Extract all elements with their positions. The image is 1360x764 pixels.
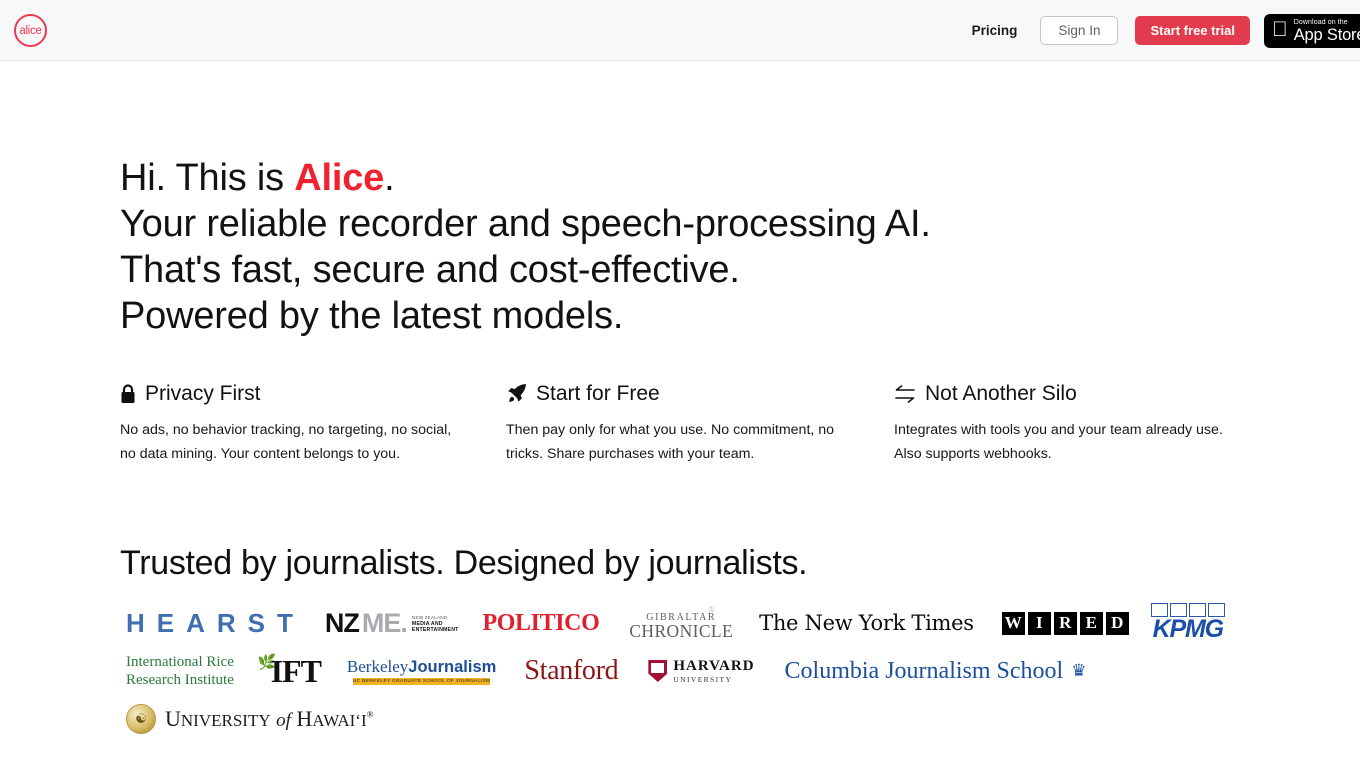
hero-headline-suffix: . — [384, 157, 395, 199]
logo-label: alice — [19, 24, 42, 37]
feature-header: Privacy First — [120, 381, 506, 407]
wired-letter: E — [1079, 611, 1103, 635]
university-of-hawaii-logo: ☯ UNIVERSITY of HAWAIʻI® — [126, 704, 373, 734]
politico-logo: POLITICO — [482, 609, 600, 636]
berkeley-journalism-tagline: UC BERKELEY GRADUATE SCHOOL OF JOURNALIS… — [352, 678, 491, 685]
hero-headline-2: Your reliable recorder and speech-proces… — [120, 203, 931, 245]
feature-title: Privacy First — [145, 382, 261, 405]
hero-headline-4: Powered by the latest models. — [120, 295, 624, 337]
feature-title: Start for Free — [536, 382, 660, 405]
start-free-trial-button[interactable]: Start free trial — [1135, 16, 1250, 45]
feature-header: Not Another Silo — [894, 381, 1280, 407]
harvard-wordmark: HARVARD UNIVERSITY — [673, 657, 755, 684]
harvard-university-logo: HARVARD UNIVERSITY — [648, 657, 755, 684]
crown-icon: ♛ — [1071, 661, 1087, 680]
feature-description: No ads, no behavior tracking, no targeti… — [120, 422, 452, 462]
international-rice-research-institute-logo: International Rice Research Institute — [126, 654, 234, 688]
columbia-journalism-school-logo: Columbia Journalism School ♛ — [784, 657, 1087, 684]
new-york-times-logo: The New York Times — [759, 611, 974, 635]
hero-headline-3: That's fast, secure and cost-effective. — [120, 249, 740, 291]
feature-not-another-silo: Not Another Silo Integrates with tools y… — [894, 381, 1280, 466]
wired-letter: D — [1105, 611, 1129, 635]
logo-row: HEARST NZ ME. NEW ZEALAND MEDIA AND ENTER… — [126, 599, 1360, 647]
sign-in-button[interactable]: Sign In — [1040, 16, 1119, 45]
feature-description: Then pay only for what you use. No commi… — [506, 422, 835, 462]
app-store-text: Download on the App Store — [1294, 18, 1360, 44]
berkeley-journalism-wordmark: BerkeleyJournalism — [346, 657, 497, 676]
gibraltar-chronicle-logo: ♔ GIBRALTAR CHRONICLE — [629, 605, 734, 642]
harvard-shield-icon — [648, 660, 668, 682]
apple-logo-icon:  — [1272, 19, 1288, 40]
app-store-badge[interactable]:  Download on the App Store — [1264, 13, 1360, 48]
wired-letter: I — [1027, 611, 1051, 635]
hero-headline-4-wrap: Powered by the latest models. — [120, 293, 1360, 339]
trusted-by-title: Trusted by journalists. Designed by jour… — [120, 544, 808, 582]
kpmg-logo: KPMG — [1150, 602, 1225, 644]
feature-start-for-free: Start for Free Then pay only for what yo… — [506, 381, 894, 466]
feature-title: Not Another Silo — [925, 382, 1077, 405]
feature-privacy-first: Privacy First No ads, no behavior tracki… — [120, 381, 506, 466]
stanford-logo: Stanford — [524, 655, 619, 686]
hero-section: Hi. This is Alice. Your reliable recorde… — [0, 61, 1360, 339]
nav-pricing-link[interactable]: Pricing — [972, 23, 1018, 38]
wired-letter: W — [1001, 611, 1025, 635]
feature-header: Start for Free — [506, 381, 894, 407]
logo-row: ☯ UNIVERSITY of HAWAIʻI® — [126, 695, 1360, 743]
bidirectional-arrows-icon — [894, 385, 916, 403]
trusted-logo-grid: HEARST NZ ME. NEW ZEALAND MEDIA AND ENTER… — [0, 583, 1360, 743]
header-nav: Pricing Sign In Start free trial  Downl… — [972, 0, 1360, 61]
wired-logo: W I R E D — [1001, 611, 1129, 635]
features-section: Privacy First No ads, no behavior tracki… — [0, 339, 1360, 466]
ift-logo: 🌿 IFT — [257, 652, 322, 689]
rocket-icon — [506, 384, 527, 404]
logo-link[interactable]: alice — [14, 14, 47, 47]
logo-row: International Rice Research Institute 🌿 … — [126, 647, 1360, 695]
hero-headline-1: Hi. This is Alice. — [120, 155, 1360, 201]
registered-mark: ® — [366, 709, 374, 720]
berkeley-journalism-logo: BerkeleyJournalism UC BERKELEY GRADUATE … — [347, 657, 496, 685]
hawaii-seal-icon: ☯ — [126, 704, 156, 734]
hero-headline-prefix: Hi. This is — [120, 157, 295, 199]
crown-icon: ♔ — [707, 605, 715, 615]
nzme-tagline: NEW ZEALAND MEDIA AND ENTERTAINMENT — [411, 615, 459, 633]
feature-description: Integrates with tools you and your team … — [894, 422, 1223, 462]
hearst-logo: HEARST — [126, 607, 305, 638]
site-header: alice Pricing Sign In Start free trial … — [0, 0, 1360, 61]
lock-icon — [120, 384, 136, 404]
alice-circle-logo[interactable]: alice — [14, 14, 47, 47]
nzme-logo: NZ ME. NEW ZEALAND MEDIA AND ENTERTAINMEN… — [324, 607, 459, 638]
app-store-title: App Store — [1278, 25, 1360, 44]
hawaii-wordmark: UNIVERSITY of HAWAIʻI® — [165, 706, 374, 731]
hero-brand-name: Alice — [294, 157, 385, 199]
wired-letter: R — [1053, 611, 1077, 635]
